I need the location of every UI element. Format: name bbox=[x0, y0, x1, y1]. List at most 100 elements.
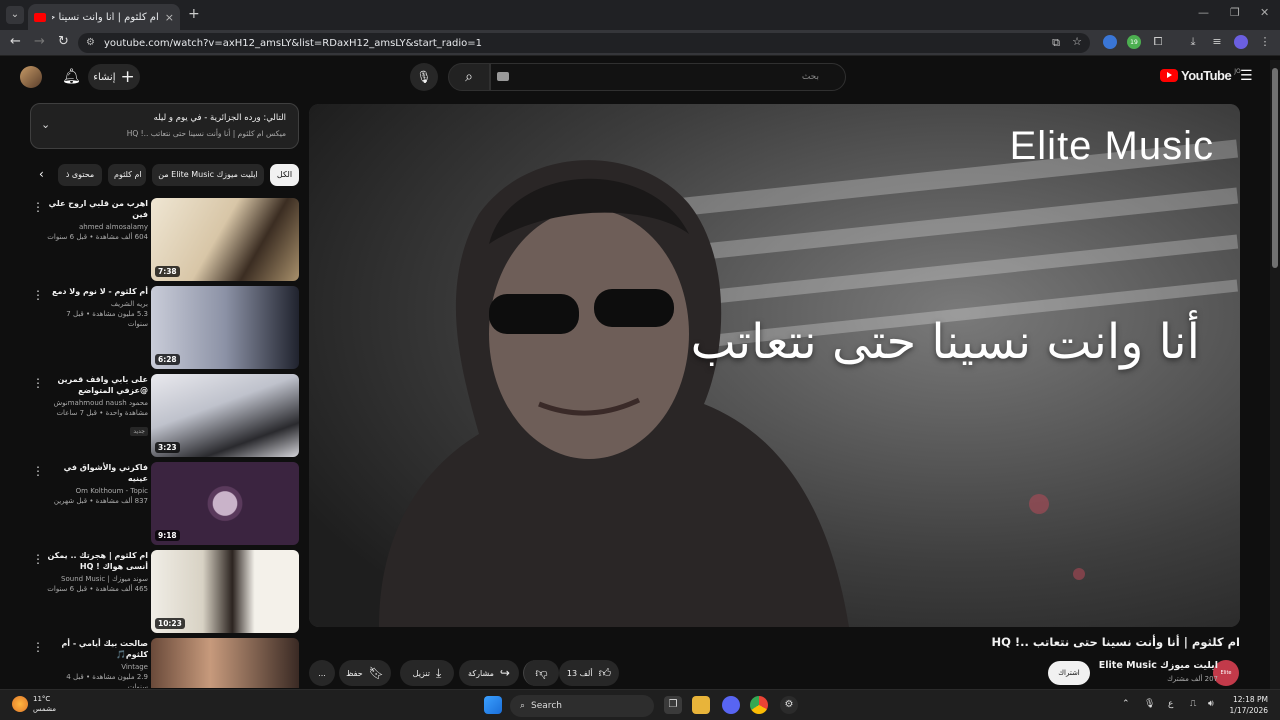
minimize-icon[interactable]: — bbox=[1198, 6, 1209, 19]
download-button[interactable]: تنزيل ⤓ bbox=[400, 660, 454, 686]
channel-name[interactable]: ايليت ميوزك Elite Music bbox=[1099, 660, 1218, 671]
tab-list-chevron-icon[interactable]: ⌄ bbox=[6, 6, 24, 24]
more-actions-icon[interactable]: ⋮ bbox=[32, 200, 44, 214]
more-actions-icon[interactable]: ⋮ bbox=[32, 464, 44, 478]
more-options-button[interactable]: ... bbox=[309, 660, 335, 686]
task-view-icon[interactable]: ❐ bbox=[664, 696, 682, 714]
profile-avatar-icon[interactable] bbox=[1234, 35, 1248, 49]
restore-icon[interactable]: ❐ bbox=[1230, 6, 1240, 19]
list-item[interactable]: ⋮ على بابي واقف قمرين @عزفي المتواضع محم… bbox=[30, 374, 300, 458]
new-tab-icon[interactable]: + bbox=[188, 6, 200, 22]
item-channel: سوند ميوزك | Sound Music bbox=[61, 575, 148, 583]
sun-icon bbox=[12, 696, 28, 712]
clock-time: 12:18 PM bbox=[1233, 695, 1268, 704]
discord-icon[interactable] bbox=[722, 696, 740, 714]
more-actions-icon[interactable]: ⋮ bbox=[32, 640, 44, 654]
chip-related[interactable]: محتوى ذ bbox=[58, 164, 102, 186]
duration-badge: 7:38 bbox=[155, 266, 180, 277]
list-item[interactable]: ⋮ ام كلثوم | هجرتك .. يمكن أنسى هواك ! H… bbox=[30, 550, 300, 634]
expand-chevron-icon[interactable]: ⌄ bbox=[41, 118, 50, 131]
subscribe-button[interactable]: اشتراك bbox=[1048, 661, 1090, 685]
scrollbar-thumb[interactable] bbox=[1272, 68, 1278, 268]
youtube-logo[interactable]: YouTube JO bbox=[1160, 68, 1241, 83]
search-input[interactable]: بحث bbox=[490, 63, 846, 91]
list-item[interactable]: ⋮ اهرب من قلبي اروح علي فين ahmed almosa… bbox=[30, 198, 300, 282]
file-explorer-icon[interactable] bbox=[692, 696, 710, 714]
list-item[interactable]: ⋮ صالحت بيك أيامي - أم كلثوم🎵 Vintage 2.… bbox=[30, 638, 300, 688]
browser-toolbar: ← → ↻ ⚙ youtube.com/watch?v=axH12_amsLY&… bbox=[0, 30, 1280, 56]
youtube-favicon-icon bbox=[34, 12, 46, 22]
network-icon[interactable]: ⎍ bbox=[1190, 699, 1196, 709]
like-button[interactable]: 13 ألف 👍︎ bbox=[559, 660, 619, 686]
search-icon: ⌕ bbox=[520, 701, 526, 711]
notifications-bell-icon[interactable]: 🔔︎ bbox=[62, 67, 81, 85]
windows-start-icon[interactable] bbox=[484, 696, 502, 714]
address-bar[interactable]: ⚙ youtube.com/watch?v=axH12_amsLY&list=R… bbox=[78, 33, 1090, 53]
search-button[interactable]: ⌕ bbox=[448, 63, 490, 91]
item-views: 5.3 مليون مشاهدة • قبل 7 سنوات bbox=[66, 310, 148, 328]
reading-list-icon[interactable]: ≡ bbox=[1210, 35, 1224, 49]
weather-condition: مشمس bbox=[33, 705, 56, 713]
share-button[interactable]: مشاركة ↪ bbox=[459, 660, 519, 686]
tray-overflow-icon[interactable]: ⌃ bbox=[1122, 699, 1130, 709]
more-actions-icon[interactable]: ⋮ bbox=[32, 288, 44, 302]
video-thumbnail[interactable]: 10:23 bbox=[151, 550, 299, 633]
mix-queue-panel[interactable]: ⌄ التالي: ورده الجزائرية - في يوم و ليله… bbox=[30, 103, 299, 149]
video-player[interactable]: Elite Music أنا وانت نسينا حتى نتعاتب bbox=[309, 104, 1240, 627]
chips-scroll-left-icon[interactable]: ‹ bbox=[39, 167, 44, 181]
video-thumbnail[interactable]: 6:28 bbox=[151, 286, 299, 369]
taskbar-search[interactable]: ⌕ Search bbox=[510, 695, 654, 717]
video-thumbnail[interactable] bbox=[151, 638, 299, 688]
create-button[interactable]: إنشاء + bbox=[88, 64, 140, 90]
share-icon: ↪ bbox=[499, 666, 510, 680]
chip-all[interactable]: الكل bbox=[270, 164, 299, 186]
list-item[interactable]: ⋮ أم كلثوم - لا نوم ولا دمع بريه الشريف … bbox=[30, 286, 300, 370]
search-placeholder: بحث bbox=[801, 72, 819, 82]
subscriber-count: 207 ألف مشترك bbox=[1167, 675, 1218, 683]
close-tab-icon[interactable]: × bbox=[165, 11, 174, 24]
install-app-icon[interactable]: ⧉ bbox=[1052, 36, 1060, 50]
list-item[interactable]: ⋮ فاكرني والأشواق في عينيه Om Kolthoum -… bbox=[30, 462, 300, 546]
weather-widget[interactable]: 11°C مشمس bbox=[12, 694, 56, 714]
keyboard-icon[interactable] bbox=[497, 72, 509, 81]
extension-badge-icon[interactable]: 19 bbox=[1127, 35, 1141, 49]
chrome-icon[interactable] bbox=[750, 696, 768, 714]
browser-menu-icon[interactable]: ⋮ bbox=[1258, 35, 1272, 49]
system-clock[interactable]: 12:18 PM 1/17/2026 bbox=[1226, 694, 1268, 716]
input-language[interactable]: ع bbox=[1168, 699, 1173, 709]
url-text: youtube.com/watch?v=axH12_amsLY&list=RDa… bbox=[104, 37, 482, 49]
voice-search-mic-icon[interactable]: 🎙︎ bbox=[410, 63, 438, 91]
puzzle-icon[interactable]: ⧠ bbox=[1151, 35, 1165, 49]
site-info-icon[interactable]: ⚙ bbox=[86, 37, 95, 48]
chip-umm-kulthum[interactable]: ام كلثوم bbox=[108, 164, 146, 186]
youtube-wordmark: YouTube bbox=[1181, 68, 1232, 83]
item-title: ام كلثوم | هجرتك .. يمكن أنسى هواك ! HQ bbox=[47, 551, 148, 571]
close-window-icon[interactable]: ✕ bbox=[1260, 6, 1269, 19]
video-thumbnail[interactable]: 9:18 bbox=[151, 462, 299, 545]
item-channel: بريه الشريف bbox=[110, 300, 148, 308]
forward-icon[interactable]: → bbox=[34, 34, 45, 49]
mix-title: ميكس ام كلثوم | أنا وأنت نسينا حتى نتعات… bbox=[126, 129, 286, 138]
browser-tab[interactable]: ام كلثوم | أنا وأنت نسينا حتى نتعاتب ..!… bbox=[28, 4, 180, 30]
microphone-icon[interactable]: 🎙︎ bbox=[1144, 699, 1155, 709]
more-actions-icon[interactable]: ⋮ bbox=[32, 552, 44, 566]
reload-icon[interactable]: ↻ bbox=[58, 34, 69, 49]
volume-icon[interactable]: 🔊︎ bbox=[1208, 699, 1214, 709]
duration-badge: 10:23 bbox=[155, 618, 185, 629]
chip-from-channel[interactable]: من Elite Music ايليت ميوزك bbox=[152, 164, 264, 186]
guide-menu-icon[interactable]: ☰ bbox=[1240, 68, 1253, 84]
dislike-button[interactable]: 👎︎ bbox=[523, 660, 559, 686]
video-thumbnail[interactable]: 3:23 bbox=[151, 374, 299, 457]
download-icon[interactable]: ⤓ bbox=[1186, 35, 1200, 49]
clock-date: 1/17/2026 bbox=[1229, 706, 1268, 715]
duration-badge: 9:18 bbox=[155, 530, 180, 541]
video-thumbnail[interactable]: 7:38 bbox=[151, 198, 299, 281]
bookmark-star-icon[interactable]: ☆ bbox=[1072, 35, 1082, 48]
back-icon[interactable]: ← bbox=[10, 34, 21, 49]
app-icon[interactable]: ⚙ bbox=[780, 696, 798, 714]
extension-icon[interactable] bbox=[1103, 35, 1117, 49]
account-avatar[interactable] bbox=[20, 66, 42, 88]
save-button[interactable]: حفظ 🔖︎ bbox=[339, 660, 391, 686]
page-scrollbar[interactable] bbox=[1270, 60, 1280, 690]
more-actions-icon[interactable]: ⋮ bbox=[32, 376, 44, 390]
